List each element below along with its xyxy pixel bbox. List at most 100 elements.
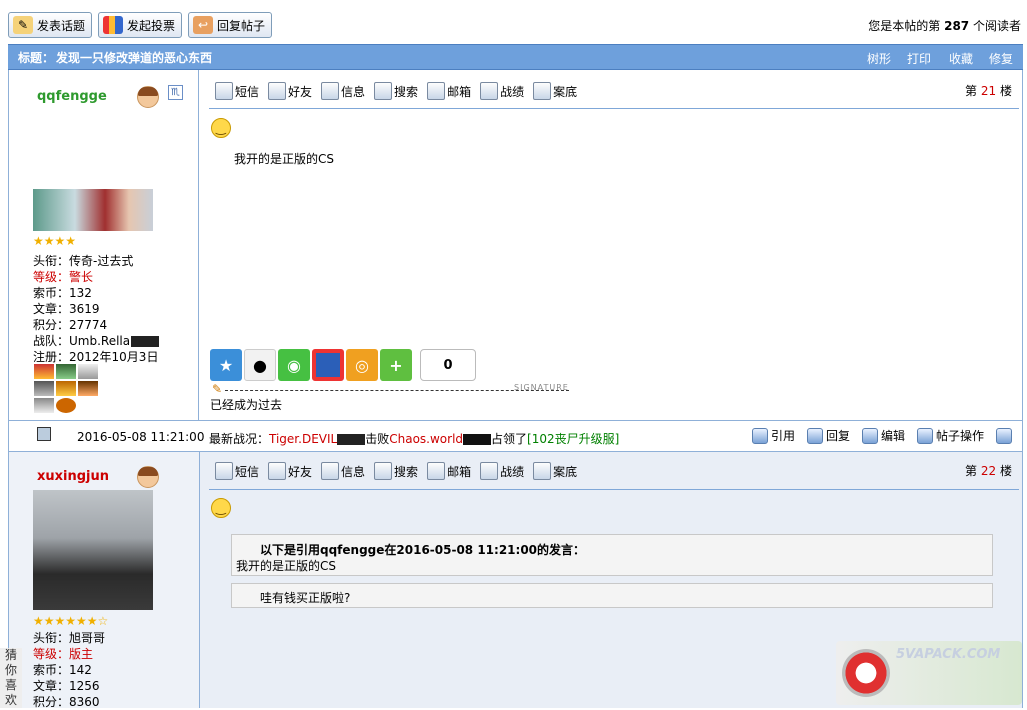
- floor-number: 第 22 楼: [965, 464, 1012, 478]
- friend-tool[interactable]: 好友: [268, 82, 312, 100]
- print-link[interactable]: 打印: [907, 50, 931, 67]
- info-icon: [321, 82, 340, 100]
- logo-icon: [842, 649, 890, 697]
- team-logo-icon: [463, 434, 492, 445]
- pencil-icon: ✎: [13, 16, 33, 34]
- user-face-icon: [137, 466, 159, 488]
- reader-count: 您是本帖的第 287 个阅读者: [868, 19, 1021, 33]
- arrow-up-icon: [996, 427, 1012, 444]
- reply-button[interactable]: 回复: [806, 427, 850, 444]
- post-tools: 短信 好友 信息 搜索 邮箱 战绩 案底: [215, 462, 586, 480]
- record-tool[interactable]: 战绩: [480, 82, 524, 100]
- column-separator: [199, 452, 200, 708]
- quote-block: 以下是引用qqfengge在2016-05-08 11:21:00的发言： 我开…: [231, 534, 993, 576]
- renren-share-icon[interactable]: [312, 349, 344, 381]
- mail-icon: [427, 462, 446, 480]
- mail-tool[interactable]: 邮箱: [427, 462, 471, 480]
- info-tool[interactable]: 信息: [321, 82, 365, 100]
- quote-icon: [751, 427, 768, 444]
- post-tools: 短信 好友 信息 搜索 邮箱 战绩 案底: [215, 82, 586, 100]
- search-icon: [374, 82, 393, 100]
- user-face-icon: [137, 86, 159, 108]
- avatar: [33, 490, 153, 610]
- plus-share-icon[interactable]: +: [380, 349, 412, 381]
- floor-number: 第 21 楼: [965, 84, 1012, 98]
- quote-button[interactable]: 引用: [751, 427, 795, 444]
- team-logo-icon: [131, 335, 160, 347]
- signature-label: SIGNATURE: [514, 383, 569, 392]
- record-tool[interactable]: 战绩: [480, 462, 524, 480]
- friends-icon: [268, 462, 287, 480]
- title-label: 标题：: [18, 50, 55, 65]
- mail-tool[interactable]: 邮箱: [427, 82, 471, 100]
- info-icon: [321, 462, 340, 480]
- zodiac-icon: ♏: [168, 85, 183, 100]
- medal-icons: [33, 363, 117, 414]
- friend-tool[interactable]: 好友: [268, 462, 312, 480]
- pen-icon: ✎: [212, 382, 223, 396]
- quote-header: 以下是引用qqfengge在2016-05-08 11:21:00的发言：: [260, 543, 586, 557]
- friends-icon: [268, 82, 287, 100]
- reply-text: 哇有钱买正版啦?: [260, 591, 351, 605]
- start-poll-button[interactable]: 发起投票: [98, 12, 183, 38]
- bar-chart-icon: [103, 16, 123, 34]
- film-icon: [533, 82, 552, 100]
- message-tool[interactable]: 短信: [215, 82, 259, 100]
- post-actions: 引用 回复 编辑 帖子操作: [740, 427, 1012, 444]
- film-icon: [533, 462, 552, 480]
- user-stats: 头衔：旭哥哥 等级：版主 索币：142 文章：1256 积分：8360: [33, 631, 106, 709]
- reply-icon: ↩: [193, 16, 213, 34]
- edit-button[interactable]: 编辑: [861, 427, 905, 444]
- username[interactable]: xuxingjun: [37, 469, 109, 484]
- column-separator: [198, 70, 199, 452]
- divider: [209, 108, 1019, 109]
- smile-icon: [211, 118, 231, 138]
- share-count: 0: [420, 349, 476, 381]
- top-toolbar: ✎ 发表话题 发起投票 ↩ 回复帖子 您是本帖的第 287 个阅读者: [0, 0, 1027, 44]
- guess-you-like-tab[interactable]: 猜你喜欢: [0, 648, 22, 708]
- post-date: 2016-05-08 11:21:00: [77, 430, 205, 444]
- site-watermark: 5VAPACK.COM: [836, 641, 1022, 705]
- team-logo-icon: [337, 434, 366, 445]
- info-tool[interactable]: 信息: [321, 462, 365, 480]
- mail-icon: [427, 82, 446, 100]
- star-share-icon[interactable]: ★: [210, 349, 242, 381]
- computer-icon: [37, 427, 51, 441]
- case-tool[interactable]: 案底: [533, 462, 577, 480]
- message-icon: [215, 462, 233, 480]
- search-tool[interactable]: 搜索: [374, 82, 418, 100]
- scroll-top-button[interactable]: [996, 427, 1012, 444]
- qq-share-icon[interactable]: ●: [244, 349, 276, 381]
- tree-view-link[interactable]: 树形: [867, 50, 891, 67]
- user-stats: 头衔：传奇-过去式 等级：警长 索币：132 文章：3619 积分：27774 …: [33, 254, 160, 364]
- edit-icon: [861, 427, 878, 444]
- wechat-share-icon[interactable]: ◉: [278, 349, 310, 381]
- reply-icon: [806, 427, 823, 444]
- username[interactable]: qqfengge: [37, 89, 107, 104]
- repair-link[interactable]: 修复: [989, 50, 1013, 67]
- reply-block: 哇有钱买正版啦?: [231, 583, 993, 608]
- case-tool[interactable]: 案底: [533, 82, 577, 100]
- share-bar: ★ ● ◉ ◎ + 0: [210, 349, 476, 381]
- tools-icon: [916, 427, 933, 444]
- smile-icon: [211, 498, 231, 518]
- divider: [209, 489, 1019, 490]
- reply-post-button[interactable]: ↩ 回复帖子: [188, 12, 273, 38]
- rank-stars: ★★★★★★☆: [33, 614, 109, 628]
- message-icon: [215, 82, 233, 100]
- soldier-icon: [480, 462, 499, 480]
- search-tool[interactable]: 搜索: [374, 462, 418, 480]
- quote-body: 我开的是正版的CS: [236, 559, 336, 573]
- post-operations-button[interactable]: 帖子操作: [916, 427, 984, 444]
- thread-title: 发现一只修改弹道的恶心东西: [56, 50, 213, 65]
- post-info-bar: 2016-05-08 11:21:00 最新战况：Tiger.DEVIL 击败Ch…: [8, 420, 1023, 452]
- rank-stars: ★★★★: [33, 234, 77, 248]
- thread-title-bar: 标题： 发现一只修改弹道的恶心东西 树形 打印 收藏 修复: [8, 44, 1023, 70]
- search-icon: [374, 462, 393, 480]
- post-topic-button[interactable]: ✎ 发表话题: [8, 12, 93, 38]
- favorite-link[interactable]: 收藏: [949, 50, 973, 67]
- soldier-icon: [480, 82, 499, 100]
- weibo-share-icon[interactable]: ◎: [346, 349, 378, 381]
- message-tool[interactable]: 短信: [215, 462, 259, 480]
- signature-text: 已经成为过去: [210, 398, 283, 412]
